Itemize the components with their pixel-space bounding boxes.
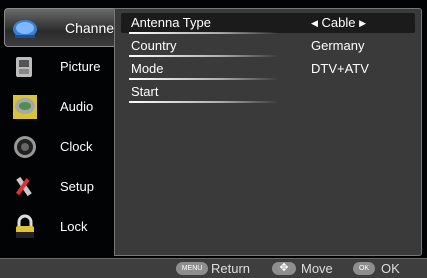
move-hint: Move [301,261,333,276]
row-name: Antenna Type [131,15,211,30]
antenna-type-selector[interactable]: ◀ Cable ▶ [311,15,411,30]
tab-audio[interactable]: Audio [4,88,114,125]
channel-settings-panel: Antenna Type ◀ Cable ▶ Country Germany M… [114,8,422,256]
menu-row-country[interactable]: Country Germany [121,36,415,57]
ok-key-icon: OK [353,262,375,275]
padlock-icon [16,214,34,238]
clock-icon [14,136,36,158]
country-value: Germany [311,38,365,53]
menu-row-mode[interactable]: Mode DTV+ATV [121,59,415,80]
tab-label: Audio [60,99,94,114]
row-name: Mode [131,61,164,76]
tab-picture[interactable]: Picture [4,48,114,85]
ok-hint: OK [381,261,400,276]
antenna-type-value: Cable [321,15,356,30]
audio-speaker-icon [13,95,37,119]
row-underline [129,101,279,103]
sidebar: Channel Picture Audio Clock Setup Lock [4,8,118,254]
satellite-dish-icon [13,20,37,38]
move-key-icon: ✥ [272,262,296,275]
tab-label: Clock [60,139,93,154]
mode-value: DTV+ATV [311,61,369,76]
tab-label: Channel [65,19,118,36]
tab-lock[interactable]: Lock [4,208,114,245]
arrow-left-icon[interactable]: ◀ [311,18,318,28]
row-name: Start [131,84,159,99]
row-underline [129,78,279,80]
setup-tools-icon [15,176,32,197]
tab-label: Picture [60,59,101,74]
row-name: Country [131,38,177,53]
menu-key-icon: MENU [176,262,208,275]
tv-menu-screen: Channel Picture Audio Clock Setup Lock A… [0,0,427,278]
tab-label: Lock [60,219,88,234]
tab-clock[interactable]: Clock [4,128,114,165]
tv-picture-icon [16,57,32,77]
tab-setup[interactable]: Setup [4,168,114,205]
tab-label: Setup [60,179,94,194]
menu-row-antenna-type[interactable]: Antenna Type ◀ Cable ▶ [121,13,415,34]
menu-row-start[interactable]: Start [121,82,415,103]
arrow-right-icon[interactable]: ▶ [359,18,366,28]
return-hint: Return [211,261,251,276]
tab-channel[interactable]: Channel [4,8,118,47]
row-underline [129,55,279,57]
footer-bar: MENU Return ✥ Move OK OK [0,258,427,278]
row-underline [129,32,279,34]
